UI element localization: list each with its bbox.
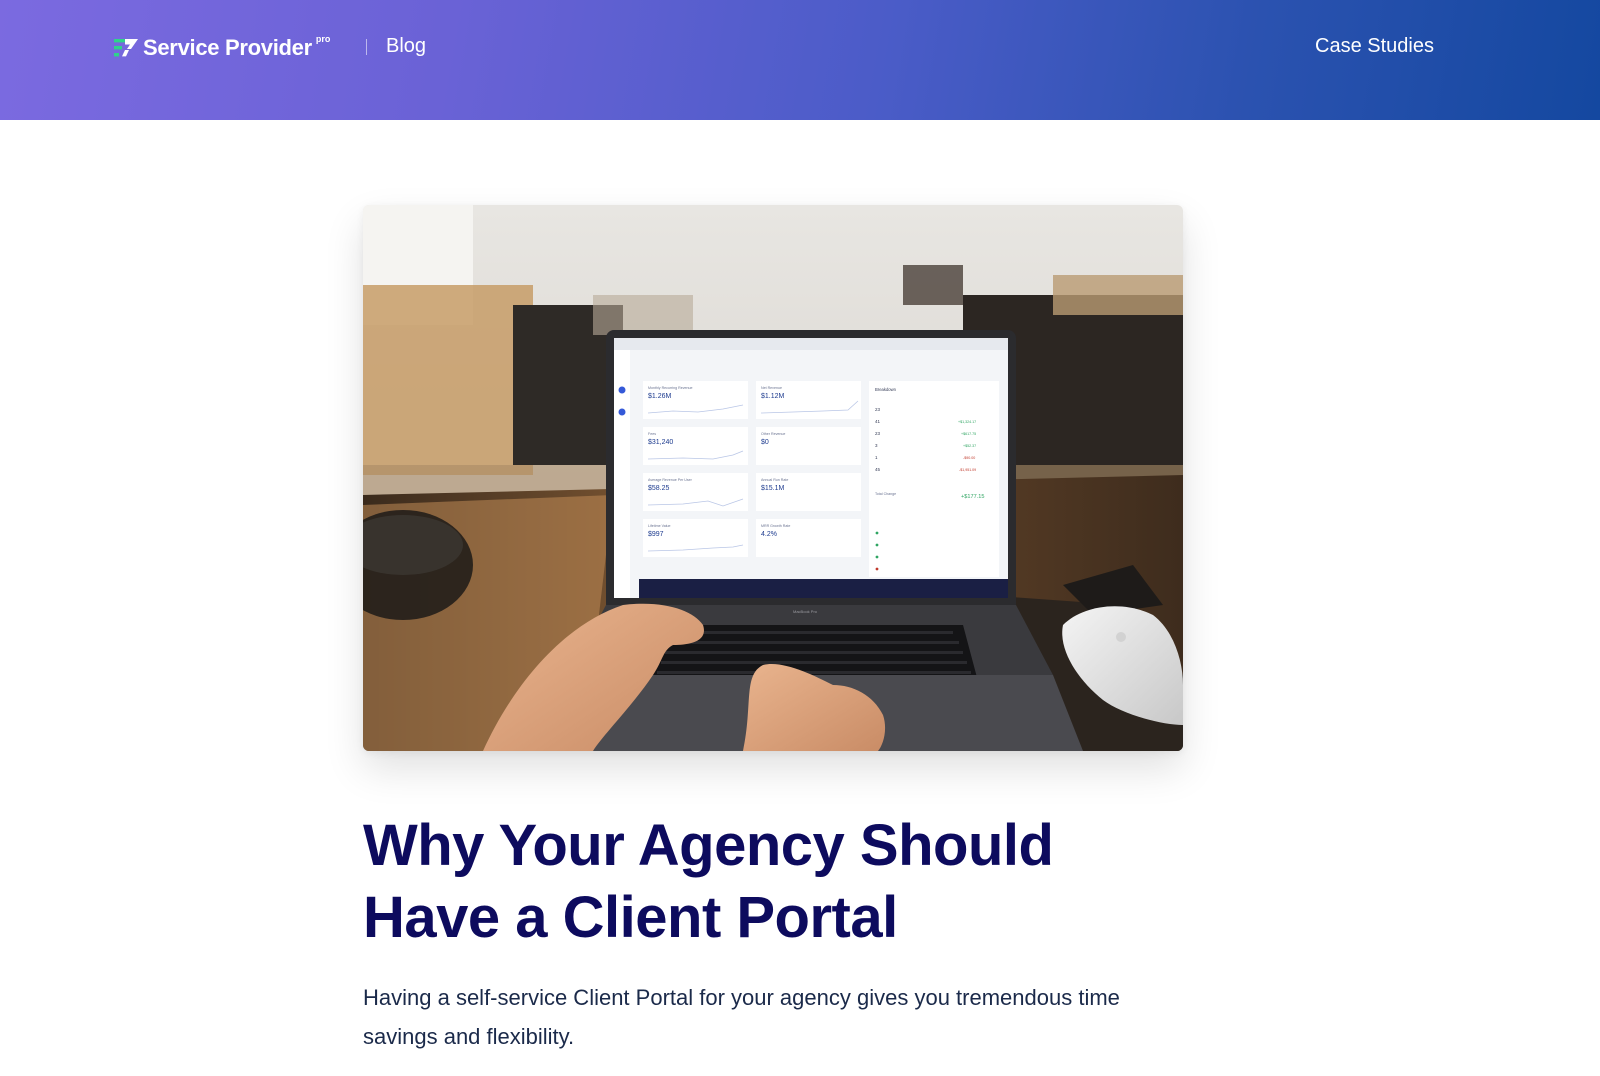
metric-label: Fees (648, 432, 656, 436)
breakdown-amount: +$52.37 (963, 444, 976, 448)
breakdown-amount: +$617.75 (961, 432, 976, 436)
metric-label: Other Revenue (761, 432, 785, 436)
breakdown-title: Breakdown (875, 387, 897, 392)
brand-mark-icon (114, 39, 138, 57)
nav-divider (366, 39, 367, 55)
metric-value: $58.25 (648, 485, 670, 492)
brand-name: Service Provider (143, 35, 312, 60)
laptop-dashboard-photo: Monthly Recurring Revenue $1.26M Net Rev… (363, 205, 1183, 751)
laptop-label: MacBook Pro (793, 609, 818, 614)
metric-value: $1.12M (761, 393, 785, 400)
breakdown-total-label: Total Change (875, 492, 896, 496)
metric-value: $0 (761, 439, 769, 446)
breakdown-count: 41 (875, 419, 881, 424)
metric-label: Net Revenue (761, 386, 782, 390)
metric-value: $997 (648, 531, 664, 538)
nav-blog-link[interactable]: Blog (386, 35, 426, 58)
breakdown-count: 23 (875, 407, 881, 412)
breakdown-amount: -$90.00 (963, 456, 975, 460)
metric-value: 4.2% (761, 531, 777, 538)
breakdown-count: 23 (875, 431, 881, 436)
breakdown-amount: -$1,951.09 (959, 468, 976, 472)
metric-value: $1.26M (648, 393, 672, 400)
site-header: Service Provider pro Blog Case Studies (0, 0, 1600, 120)
metric-label: Average Revenue Per User (648, 478, 693, 482)
metric-value: $31,240 (648, 439, 673, 446)
metric-label: Lifetime Value (648, 524, 671, 528)
metric-label: Monthly Recurring Revenue (648, 386, 693, 390)
nav-case-studies-link[interactable]: Case Studies (1315, 35, 1434, 58)
article-intro: Having a self-service Client Portal for … (363, 985, 1120, 1049)
article-title: Why Your Agency Should Have a Client Por… (363, 813, 1054, 950)
breakdown-amount: +$1,324.17 (958, 420, 976, 424)
breakdown-count: 45 (875, 467, 881, 472)
hero-image: Monthly Recurring Revenue $1.26M Net Rev… (363, 205, 1183, 751)
breakdown-total-value: +$177.15 (961, 494, 985, 500)
metric-value: $15.1M (761, 485, 785, 492)
brand-logo[interactable]: Service Provider pro (114, 34, 331, 60)
metric-label: MRR Growth Rate (761, 524, 790, 528)
brand-sup: pro (315, 34, 331, 44)
metric-label: Annual Run Rate (761, 478, 788, 482)
